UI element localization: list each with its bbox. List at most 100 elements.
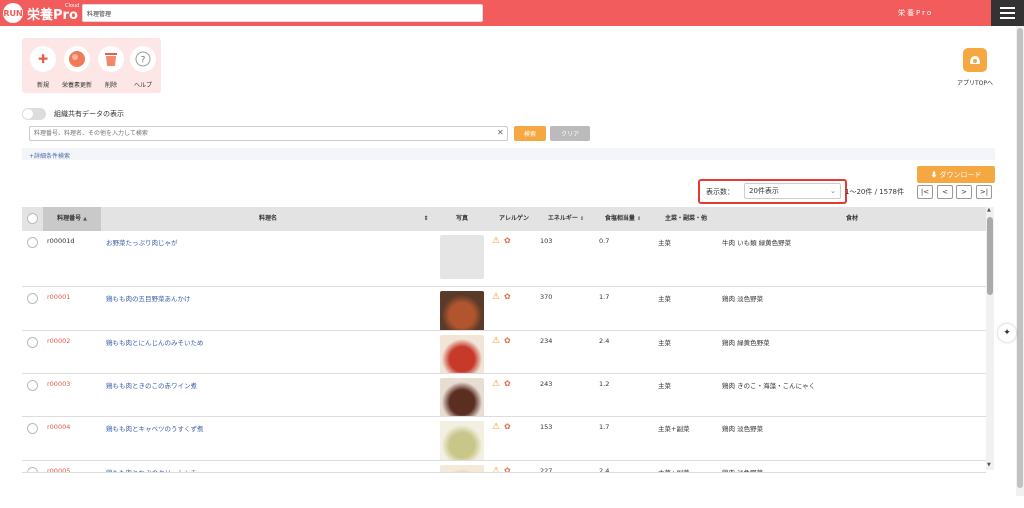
hamburger-menu-button[interactable] [991, 0, 1024, 26]
select-all-radio[interactable] [27, 213, 38, 224]
scroll-thumb[interactable] [987, 217, 993, 295]
col-dish-id-label: 料理番号 [57, 215, 82, 222]
dish-photo[interactable] [440, 291, 484, 330]
allergen-shrimp-icon: ✿ [504, 466, 511, 473]
dish-photo[interactable] [440, 465, 484, 472]
dish-id[interactable]: r00005 [47, 467, 70, 472]
row-select-radio[interactable] [27, 380, 38, 391]
table-row[interactable]: r00001d お野菜たっぷり肉じゃが 103 0.7 主菜 牛肉 いも類 緑黄色野菜 ⚠ ✿ [22, 231, 986, 287]
app-top-button[interactable]: アプリTOPへ [950, 48, 1000, 87]
action-toolbar: ✚ 新規 栄養素更新 削除 ? ヘルプ [22, 38, 161, 93]
table-row[interactable]: r00001 鶏もも肉の五目野菜あんかけ 370 1.7 主菜 鶏肉 淡色野菜 ⚠ ✿ [22, 287, 986, 331]
dish-photo[interactable] [440, 335, 484, 373]
dish-photo[interactable] [440, 378, 484, 416]
clear-input-icon[interactable]: ✕ [497, 128, 504, 137]
category-value: 主菜 [658, 382, 671, 390]
dish-photo[interactable] [440, 421, 484, 460]
dish-photo[interactable] [440, 235, 484, 279]
ingredients-value: 鶏肉 緑黄色野菜 [722, 339, 770, 347]
update-nutrients-button[interactable]: 栄養素更新 [60, 46, 94, 89]
allergen-shrimp-icon: ✿ [504, 292, 511, 301]
col-allergen-label: アレルゲン [498, 215, 529, 222]
table-header: 料理番号 ▲ 料理名 ⇕ 写真 アレルゲン エネルギー ⇕ 食塩相当量 ⇕ 主菜・副菜… [22, 207, 986, 231]
allergen-warning-icon: ⚠ [492, 422, 501, 432]
row-select-radio[interactable] [27, 423, 38, 434]
dish-id[interactable]: r00004 [47, 423, 70, 431]
row-select-radio[interactable] [27, 467, 38, 472]
category-value: 主菜+副菜 [658, 469, 690, 473]
table-row[interactable]: r00004 鶏もも肉とキャベツのうすくず煮 153 1.7 主菜+副菜 鶏肉 淡色野菜 ⚠… [22, 417, 986, 461]
next-page-button[interactable]: > [956, 185, 972, 199]
dish-id[interactable]: r00001 [47, 293, 70, 301]
table-row[interactable]: r00005 鶏もも肉とかぶのクリームシチュー 227 2.4 主菜+副菜 鶏肉 淡色野菜… [22, 461, 986, 473]
search-input[interactable] [29, 126, 508, 141]
scroll-down-icon[interactable]: ▼ [987, 462, 991, 468]
col-salt[interactable]: 食塩相当量 ⇕ [592, 207, 654, 231]
page-scroll-thumb[interactable] [1017, 28, 1023, 488]
col-category-label: 主菜・副菜・他 [664, 215, 707, 222]
new-button[interactable]: ✚ 新規 [26, 46, 60, 89]
sparkle-assistant-icon[interactable]: ✦ [998, 324, 1016, 342]
category-value: 主菜 [658, 295, 671, 303]
app-root: RUN 栄養Pro Cloud 栄養Pro ✚ 新規 栄養素更新 削除 [0, 0, 1024, 508]
col-dish-id[interactable]: 料理番号 ▲ [43, 207, 101, 231]
page-scrollbar[interactable] [1016, 26, 1024, 496]
first-page-button[interactable]: |< [917, 185, 933, 199]
energy-value: 243 [540, 380, 553, 388]
delete-button[interactable]: 削除 [94, 46, 128, 89]
category-value: 主菜 [658, 339, 671, 347]
dish-name-link[interactable]: 鶏もも肉とにんじんのみそいため [106, 337, 204, 347]
search-button[interactable]: 検索 [514, 126, 546, 141]
download-button[interactable]: ⬇ ダウンロード [917, 166, 995, 183]
dish-name-link[interactable]: 鶏もも肉とかぶのクリームシチュー [106, 467, 210, 472]
last-page-button[interactable]: >| [976, 185, 992, 199]
hamburger-icon-line [1000, 17, 1015, 19]
app-logo[interactable]: RUN 栄養Pro Cloud [3, 3, 79, 23]
delete-label: 削除 [104, 82, 117, 89]
dish-name-link[interactable]: お野菜たっぷり肉じゃが [106, 237, 178, 247]
sort-icon: ⇕ [636, 216, 642, 222]
table-scrollbar[interactable]: ▲ ▼ [986, 207, 994, 470]
energy-value: 153 [540, 423, 553, 431]
col-energy-label: エネルギー [547, 215, 578, 222]
toggle-knob [23, 109, 33, 119]
new-dish-icon: ✚ [30, 46, 56, 72]
advanced-search-bar [22, 148, 995, 160]
col-energy[interactable]: エネルギー ⇕ [540, 207, 592, 231]
row-select-radio[interactable] [27, 293, 38, 304]
prev-page-button[interactable]: < [937, 185, 953, 199]
sort-icon[interactable]: ⇕ [420, 207, 432, 231]
help-button[interactable]: ? ヘルプ [126, 46, 160, 89]
table-row[interactable]: r00002 鶏もも肉とにんじんのみそいため 234 2.4 主菜 鶏肉 緑黄色野菜 ⚠ ✿ [22, 331, 986, 374]
table-row[interactable]: r00003 鶏もも肉ときのこの赤ワイン煮 243 1.2 主菜 鶏肉 きのこ・海藻・こん… [22, 374, 986, 417]
advanced-search-link[interactable]: +詳細条件検索 [29, 151, 70, 160]
row-select-radio[interactable] [27, 237, 38, 248]
shared-data-toggle[interactable] [22, 108, 46, 120]
dish-name-link[interactable]: 鶏もも肉の五目野菜あんかけ [106, 293, 191, 303]
scroll-up-icon[interactable]: ▲ [987, 207, 991, 213]
dish-name-link[interactable]: 鶏もも肉ときのこの赤ワイン煮 [106, 380, 197, 390]
col-dish-name[interactable]: 料理名 [102, 207, 434, 231]
clear-button[interactable]: クリア [550, 126, 590, 141]
row-select-radio[interactable] [27, 337, 38, 348]
col-ingredients-label: 食材 [845, 215, 858, 222]
allergen-shrimp-icon: ✿ [504, 236, 511, 245]
dish-name-link[interactable]: 鶏もも肉とキャベツのうすくず煮 [106, 423, 204, 433]
dish-id[interactable]: r00001d [47, 237, 74, 245]
col-ingredients: 食材 [718, 207, 986, 231]
hamburger-icon-line [1000, 12, 1015, 14]
breadcrumb-field[interactable] [82, 4, 483, 22]
allergen-warning-icon: ⚠ [492, 292, 501, 302]
display-count-select[interactable]: 20件表示 ⌄ [744, 183, 841, 199]
dish-id[interactable]: r00003 [47, 380, 70, 388]
allergen-warning-icon: ⚠ [492, 336, 501, 346]
energy-value: 227 [540, 467, 553, 473]
trash-icon [98, 46, 124, 72]
app-top-label: アプリTOPへ [956, 80, 993, 87]
col-photo: 写真 [438, 207, 486, 231]
sort-asc-icon: ▲ [83, 216, 87, 222]
dish-id[interactable]: r00002 [47, 337, 70, 345]
sort-icon: ⇕ [579, 216, 585, 222]
salt-value: 2.4 [599, 337, 610, 345]
col-salt-label: 食塩相当量 [604, 215, 635, 222]
